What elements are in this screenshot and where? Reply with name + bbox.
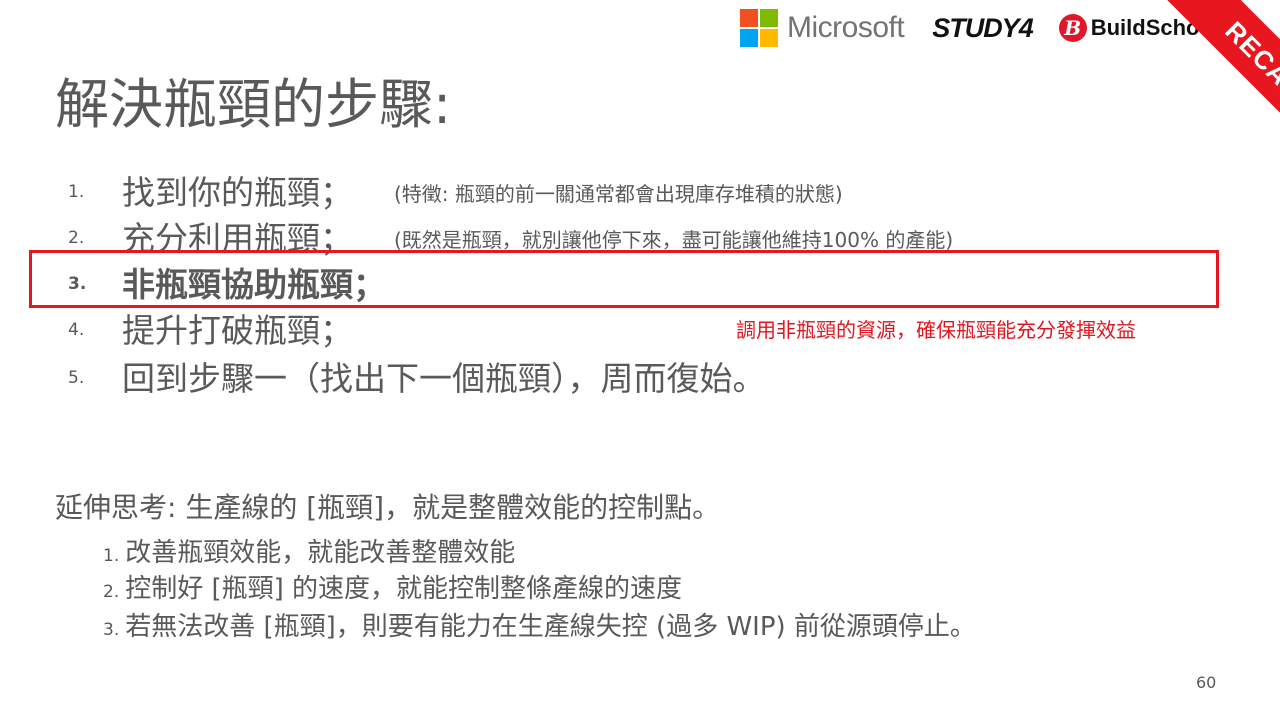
- step-text: 回到步驟一（找出下一個瓶頸），周而復始。: [122, 359, 766, 398]
- recap-label: RECAP: [1219, 15, 1280, 105]
- microsoft-windows-icon: [740, 9, 778, 47]
- step-item-5: 5. 回到步驟一（找出下一個瓶頸），周而復始。: [0, 352, 1280, 400]
- step-3-highlight-box: [29, 250, 1219, 308]
- microsoft-logo-text: Microsoft: [787, 11, 905, 44]
- extension-item-1: 1. 改善瓶頸效能，就能改善整體效能: [103, 532, 515, 569]
- extension-item-number: 3.: [103, 620, 120, 640]
- step-item-1: 1. 找到你的瓶頸； (特徵: 瓶頸的前一關通常都會出現庫存堆積的狀態): [0, 166, 1280, 214]
- page-number: 60: [1196, 673, 1217, 692]
- step-number: 5.: [68, 368, 85, 388]
- extension-item-number: 2.: [103, 582, 120, 602]
- step-number: 4.: [68, 320, 85, 340]
- step-note: (特徵: 瓶頸的前一關通常都會出現庫存堆積的狀態): [394, 182, 843, 206]
- step-number: 1.: [68, 182, 85, 202]
- extension-item-number: 1.: [103, 546, 120, 566]
- step-text: 找到你的瓶頸；: [122, 173, 353, 212]
- extension-title: 延伸思考: 生產線的 [瓶頸]，就是整體效能的控制點。: [55, 491, 721, 524]
- logo-bar: Microsoft STUDY4 B BuildSchool: [740, 8, 1219, 48]
- step-text: 提升打破瓶頸；: [122, 311, 353, 350]
- microsoft-logo: Microsoft: [740, 9, 905, 47]
- slide-title: 解決瓶頸的步驟:: [55, 73, 452, 136]
- extension-item-text: 改善瓶頸效能，就能改善整體效能: [125, 538, 516, 568]
- highlight-note: 調用非瓶頸的資源，確保瓶頸能充分發揮效益: [736, 318, 1136, 342]
- extension-item-text: 若無法改善 [瓶頸]，則要有能力在生產線失控 (過多 WIP) 前從源頭停止。: [125, 612, 976, 642]
- extension-item-2: 2. 控制好 [瓶頸] 的速度，就能控制整條產線的速度: [103, 568, 682, 605]
- step-note: (既然是瓶頸，就別讓他停下來，盡可能讓他維持100% 的產能): [394, 228, 954, 252]
- extension-item-text: 控制好 [瓶頸] 的速度，就能控制整條產線的速度: [125, 574, 683, 604]
- step-number: 2.: [68, 228, 85, 248]
- study4-logo: STUDY4: [932, 12, 1034, 43]
- buildschool-mark-icon: B: [1058, 14, 1087, 42]
- extension-item-3: 3. 若無法改善 [瓶頸]，則要有能力在生產線失控 (過多 WIP) 前從源頭停止…: [103, 606, 976, 643]
